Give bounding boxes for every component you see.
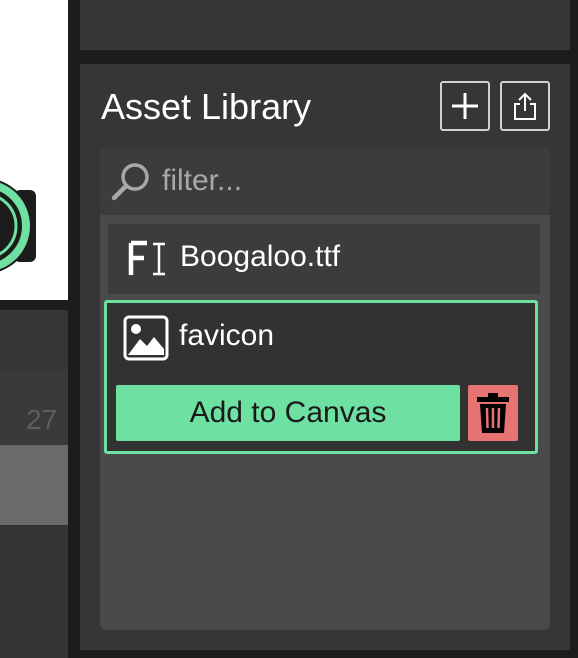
timeline-panel[interactable]: 27 xyxy=(0,310,68,658)
share-export-icon xyxy=(514,92,536,120)
add-to-canvas-button[interactable]: Add to Canvas xyxy=(116,385,460,441)
filter-input[interactable] xyxy=(162,159,532,203)
asset-library-title: Asset Library xyxy=(101,86,312,127)
plus-icon xyxy=(452,93,478,119)
canvas-node-shape[interactable] xyxy=(0,172,36,280)
delete-asset-button[interactable] xyxy=(468,385,518,441)
asset-item-image[interactable]: favicon Add to Canvas xyxy=(104,300,538,454)
frame-number: 27 xyxy=(26,404,58,435)
timeline-track-empty[interactable] xyxy=(0,525,68,658)
app-root: 27 Asset Library filter... Boogaloo.ttf … xyxy=(0,0,578,658)
asset-item-label: Boogaloo.ttf xyxy=(180,240,341,273)
asset-library-panel: Asset Library filter... Boogaloo.ttf fav… xyxy=(80,64,570,650)
asset-item-label: favicon xyxy=(179,319,275,352)
export-asset-button[interactable] xyxy=(500,81,550,131)
add-asset-button[interactable] xyxy=(440,81,490,131)
font-icon xyxy=(128,240,165,276)
asset-list[interactable]: Boogaloo.ttf favicon Add to Canvas xyxy=(100,147,550,630)
trash-icon xyxy=(477,393,509,433)
canvas-area[interactable] xyxy=(0,0,68,300)
filter-bar xyxy=(100,147,550,215)
asset-item-font[interactable]: Boogaloo.ttf xyxy=(108,224,540,294)
image-icon xyxy=(123,315,169,361)
timeline-header xyxy=(0,310,68,370)
timeline-track[interactable] xyxy=(0,445,68,525)
top-panel xyxy=(80,0,570,50)
search-icon xyxy=(111,163,149,201)
